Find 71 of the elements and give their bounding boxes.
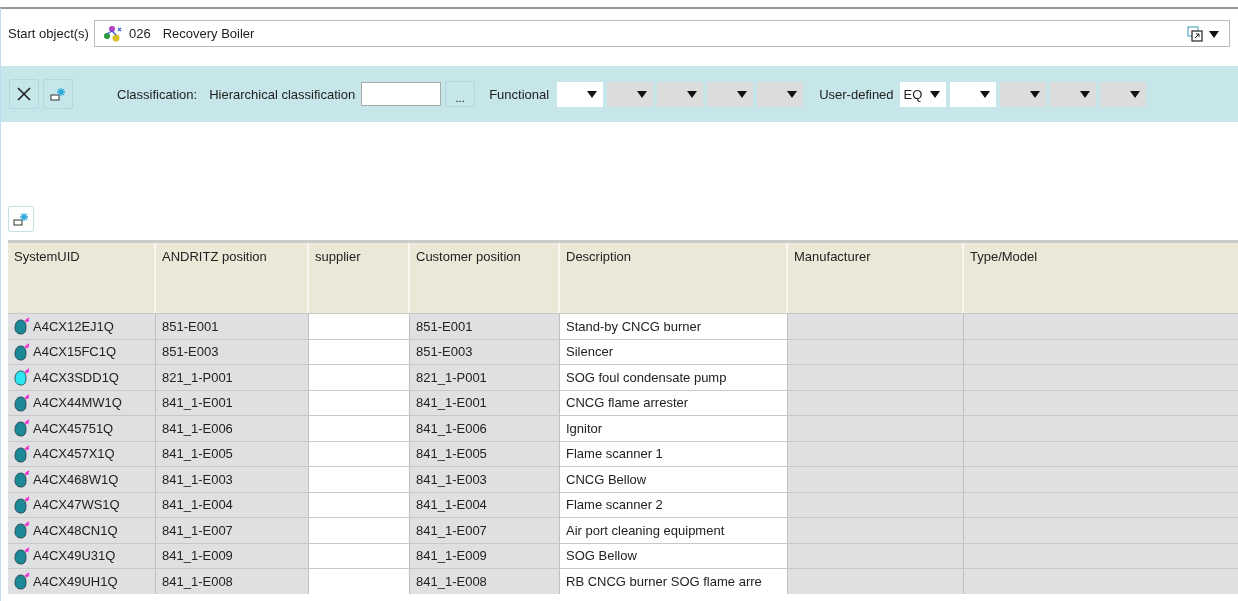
dropdown-arrow-icon <box>1079 89 1090 99</box>
table-cell: A4CX49U31Q <box>8 543 156 568</box>
table-cell: 851-E003 <box>156 339 309 364</box>
user-defined-dropdown[interactable] <box>949 81 996 107</box>
table-cell: A4CX44MW1Q <box>8 390 156 415</box>
table-cell: A4CX47WS1Q <box>8 492 156 517</box>
user-defined-label: User-defined <box>819 86 894 102</box>
sparkle-icon <box>50 87 66 101</box>
table-cell: 841_1-E007 <box>156 518 309 543</box>
table-cell: 821_1-P001 <box>410 365 560 390</box>
table-cell: A4CX49UH1Q <box>8 569 156 594</box>
hierarchical-classification-field[interactable] <box>361 82 442 106</box>
table-cell: 841_1-E005 <box>410 441 560 466</box>
column-header[interactable]: Type/Model <box>964 243 1238 313</box>
table-cell: A4CX468W1Q <box>8 467 156 492</box>
table-cell: 841_1-E008 <box>410 569 560 594</box>
table-cell: 841_1-E009 <box>156 543 309 568</box>
browse-button[interactable]: ... <box>445 81 476 107</box>
user-defined-dropdown[interactable]: EQ <box>899 81 946 107</box>
dropdown-arrow-icon <box>929 89 940 99</box>
dropdown-arrow-icon <box>787 89 798 99</box>
column-header[interactable]: Customer position <box>410 243 560 313</box>
dropdown-arrow-icon <box>737 89 748 99</box>
functional-dropdown[interactable] <box>557 81 604 107</box>
dropdown-arrow-icon <box>587 89 598 99</box>
table-cell: 841_1-E003 <box>410 467 560 492</box>
column-header[interactable]: Description <box>560 243 788 313</box>
table-cell: 851-E001 <box>410 314 560 339</box>
table-cell: A4CX48CN1Q <box>8 518 156 543</box>
sparkle-icon <box>13 212 29 226</box>
table-cell: 841_1-E006 <box>156 416 309 441</box>
object-code: 026 <box>128 26 151 41</box>
table-cell: 841_1-E004 <box>156 492 309 517</box>
table-cell: 841_1-E009 <box>410 543 560 568</box>
hierarchical-classification-label: Hierarchical classification <box>209 86 356 102</box>
start-object-label: Start object(s) <box>8 26 89 41</box>
dropdown-arrow-icon <box>637 89 648 99</box>
dropdown-arrow-icon <box>1029 89 1040 99</box>
table-cell: A4CX45751Q <box>8 416 156 441</box>
column-header[interactable]: supplier <box>309 243 410 313</box>
table-cell: 851-E001 <box>156 314 309 339</box>
dropdown-arrow-icon <box>1129 89 1140 99</box>
table-cell: A4CX457X1Q <box>8 441 156 466</box>
dropdown-arrow-icon <box>687 89 698 99</box>
table-cell: A4CX3SDD1Q <box>8 365 156 390</box>
table-cell: A4CX12EJ1Q <box>8 314 156 339</box>
start-object-field[interactable]: 026 Recovery Boiler <box>93 20 1230 47</box>
close-icon <box>17 87 31 101</box>
table-cell: 841_1-E008 <box>156 569 309 594</box>
table-cell: 841_1-E003 <box>156 467 309 492</box>
column-header[interactable]: Manufacturer <box>788 243 964 313</box>
window-icon[interactable] <box>1187 25 1203 42</box>
column-header[interactable]: ANDRITZ position <box>156 243 309 313</box>
dropdown-arrow-icon <box>979 89 990 99</box>
new-filter-button[interactable] <box>8 206 34 232</box>
column-header[interactable]: SystemUID <box>8 243 156 313</box>
table-cell: 841_1-E006 <box>410 416 560 441</box>
table-cell: 821_1-P001 <box>156 365 309 390</box>
table-cell: A4CX15FC1Q <box>8 339 156 364</box>
dropdown-arrow-icon[interactable] <box>1209 28 1219 39</box>
table-cell: 841_1-E004 <box>410 492 560 517</box>
classification-label: Classification: <box>117 86 198 102</box>
table-cell: 841_1-E001 <box>156 390 309 415</box>
functional-label: Functional <box>489 86 550 102</box>
table-cell: 841_1-E001 <box>410 390 560 415</box>
table-cell: 841_1-E005 <box>156 441 309 466</box>
table-cell: 851-E003 <box>410 339 560 364</box>
clear-button[interactable] <box>9 79 39 109</box>
objects-icon <box>102 24 123 43</box>
table-cell: 841_1-E007 <box>410 518 560 543</box>
object-name: Recovery Boiler <box>162 26 255 41</box>
